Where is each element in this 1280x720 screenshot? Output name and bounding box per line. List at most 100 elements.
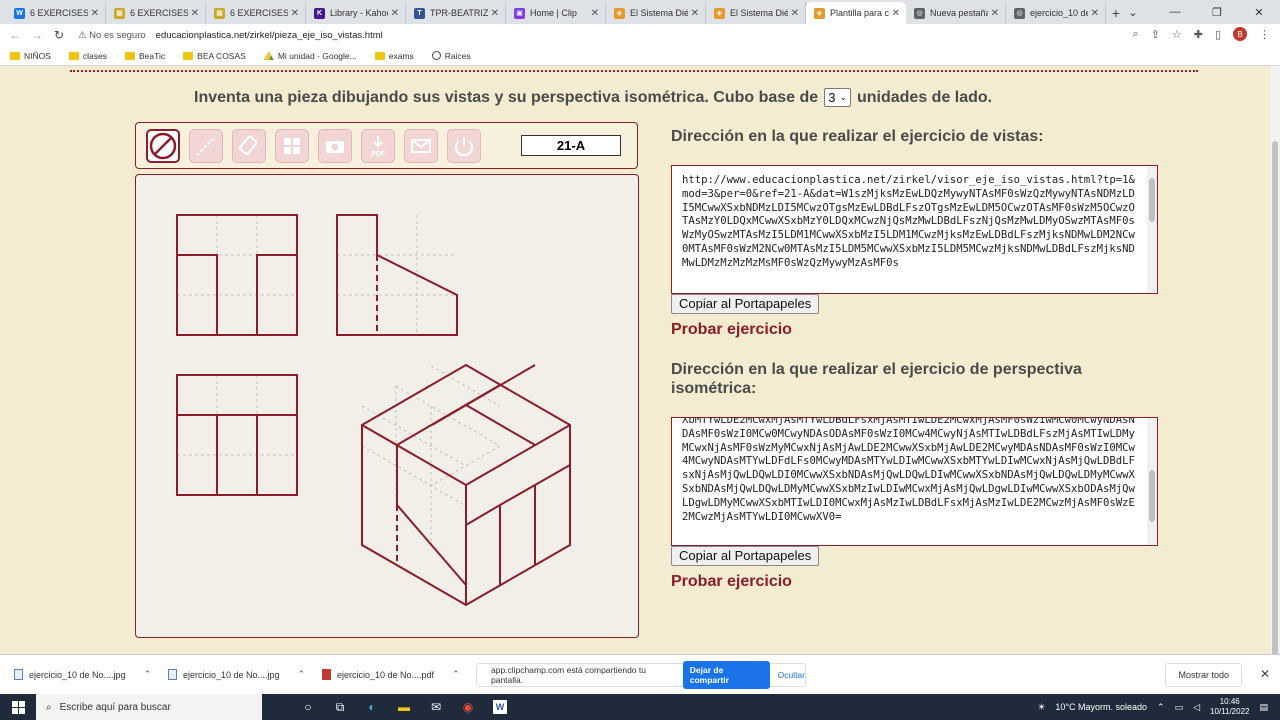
iso-url-textarea[interactable]: XbMTYwLDE2MCwxMjAsMTYwLDBdLFsxMjAsMTIwLD… — [671, 417, 1158, 546]
tab-close-icon[interactable]: ✕ — [892, 8, 900, 19]
chevron-up-icon[interactable]: ⌃ — [144, 669, 152, 680]
power-button[interactable] — [447, 129, 481, 163]
browser-tab[interactable]: ◈ El Sistema Diéd✕ — [706, 2, 806, 24]
download-item[interactable]: ejercicio_10 de No....jpg ⌃ — [154, 669, 308, 680]
drawing-svg[interactable]: .g { stroke: #c9c3b8; stroke-width: 1; s… — [136, 175, 638, 637]
tab-search-icon[interactable]: ⌄ — [1112, 0, 1154, 24]
show-all-downloads-button[interactable]: Mostrar todo — [1165, 663, 1242, 687]
scroll-thumb[interactable] — [1149, 178, 1155, 222]
drawing-canvas[interactable]: .g { stroke: #c9c3b8; stroke-width: 1; s… — [135, 174, 639, 638]
word-icon[interactable]: W — [493, 700, 507, 714]
copy-iso-button[interactable]: Copiar al Portapapeles — [671, 546, 820, 566]
close-window-icon[interactable]: ✕ — [1238, 0, 1280, 24]
cube-size-select[interactable]: 3 ⌄ — [824, 88, 851, 107]
security-indicator[interactable]: ⚠ No es seguro — [78, 30, 146, 41]
sidepanel-icon[interactable]: ▯ — [1215, 28, 1221, 41]
browser-tab[interactable]: ▣ Home | Clip ✕ — [506, 2, 606, 24]
omnibox[interactable]: ⚠ No es seguro educacionplastica.net/zir… — [78, 25, 1178, 45]
bookmark-raices[interactable]: Raices — [431, 51, 471, 61]
file-explorer-icon[interactable]: ▬ — [388, 694, 420, 720]
chevron-up-icon[interactable]: ⌃ — [298, 669, 306, 680]
close-downloads-icon[interactable]: ✕ — [1260, 667, 1270, 681]
profile-avatar[interactable]: B — [1233, 27, 1247, 41]
minimize-icon[interactable]: — — [1154, 0, 1196, 24]
back-icon[interactable]: ← — [4, 28, 26, 42]
hide-share-button[interactable]: Ocultar — [778, 670, 805, 680]
tab-close-icon[interactable]: ✕ — [791, 8, 799, 19]
download-item[interactable]: ejercicio_10 de No....pdf ⌃ — [308, 669, 462, 680]
bookmark-exams[interactable]: exams — [374, 51, 414, 61]
tab-close-icon[interactable]: ✕ — [591, 8, 599, 19]
browser-tab[interactable]: ◈ Plantilla para c ✕ — [806, 2, 906, 24]
bookmark-ninos[interactable]: NIÑOS — [10, 51, 51, 61]
copy-views-button[interactable]: Copiar al Portapapeles — [671, 294, 820, 314]
tab-close-icon[interactable]: ✕ — [391, 8, 399, 19]
mail-icon[interactable]: ✉ — [420, 694, 452, 720]
chevron-up-icon[interactable]: ⌃ — [452, 669, 460, 680]
reload-icon[interactable]: ↻ — [48, 28, 70, 42]
scroll-thumb[interactable] — [1149, 470, 1155, 522]
bookmark-beatic[interactable]: BeaTic — [125, 51, 165, 61]
weather-text[interactable]: 10°C Mayorm. soleado — [1055, 702, 1147, 712]
browser-tab[interactable]: ◈ El Sistema Diéd✕ — [606, 2, 706, 24]
tab-close-icon[interactable]: ✕ — [1091, 8, 1099, 19]
bookmark-mi-unidad[interactable]: Mi unidad - Google... — [263, 51, 357, 61]
menu-icon[interactable]: ⋮ — [1259, 28, 1270, 41]
browser-tab[interactable]: ◎ Nueva pestaña ✕ — [906, 2, 1006, 24]
clock[interactable]: 10:46 10/11/2022 — [1210, 697, 1249, 717]
browser-tab[interactable]: W 6 EXERCISES VI✕ — [6, 2, 106, 24]
url-text[interactable]: educacionplastica.net/zirkel/pieza_eje_i… — [156, 30, 383, 41]
views-textarea-scrollbar[interactable] — [1147, 166, 1157, 293]
browser-tab[interactable]: ◎ ejercicio_10 de ✕ — [1006, 2, 1106, 24]
tab-close-icon[interactable]: ✕ — [291, 8, 299, 19]
browser-tab[interactable]: ▦ 6 EXERCISES VI✕ — [206, 2, 306, 24]
tab-close-icon[interactable]: ✕ — [991, 8, 999, 19]
page-scroll-thumb[interactable] — [1272, 141, 1278, 659]
restore-icon[interactable]: ❐ — [1196, 0, 1238, 24]
top-view — [176, 374, 298, 496]
iso-textarea-scrollbar[interactable] — [1147, 418, 1157, 545]
tab-close-icon[interactable]: ✕ — [691, 8, 699, 19]
browser-tab[interactable]: K Library - Kahoo ✕ — [306, 2, 406, 24]
camera-button[interactable] — [318, 129, 352, 163]
tab-close-icon[interactable]: ✕ — [191, 8, 199, 19]
email-button[interactable] — [404, 129, 438, 163]
try-iso-link[interactable]: Probar ejercicio — [671, 573, 792, 591]
edge-icon[interactable]: ◐ — [356, 694, 388, 720]
bookmark-clases[interactable]: clases — [68, 51, 107, 61]
draw-line-button[interactable] — [189, 129, 223, 163]
tab-close-icon[interactable]: ✕ — [491, 8, 499, 19]
download-item[interactable]: ejercicio_10 de No....jpg ⌃ — [0, 669, 154, 680]
tab-close-icon[interactable]: ✕ — [91, 8, 99, 19]
task-view-icon[interactable]: ⧉ — [324, 694, 356, 720]
bookmark-star-icon[interactable]: ☆ — [1172, 28, 1182, 41]
forward-icon[interactable]: → — [26, 28, 48, 42]
try-views-link[interactable]: Probar ejercicio — [671, 321, 792, 339]
stop-sharing-button[interactable]: Dejar de compartir — [682, 661, 770, 689]
tray-chevron-icon[interactable]: ⌃ — [1157, 702, 1165, 713]
new-drawing-button[interactable] — [146, 129, 180, 163]
iso-text: XbMTYwLDE2MCwxMjAsMTYwLDBdLFsxMjAsMTIwLD… — [682, 417, 1135, 523]
side-view — [336, 214, 458, 336]
grid-button[interactable] — [275, 129, 309, 163]
pdf-button[interactable]: PDF — [361, 129, 395, 163]
zoom-icon[interactable]: ⌕ — [1132, 28, 1138, 41]
chrome-icon[interactable]: ◉ — [452, 694, 484, 720]
taskbar-search[interactable]: ⌕ Escribe aquí para buscar — [36, 694, 262, 720]
network-icon[interactable]: ▭ — [1175, 702, 1184, 713]
start-button[interactable] — [0, 700, 36, 714]
weather-icon[interactable]: ☀ — [1037, 702, 1045, 713]
views-url-textarea[interactable]: http://www.educacionplastica.net/zirkel/… — [671, 165, 1158, 294]
bookmark-bea-cosas[interactable]: BEA COSAS — [183, 51, 246, 61]
extensions-icon[interactable]: ✚ — [1194, 28, 1203, 41]
camera-icon — [326, 141, 344, 153]
eraser-button[interactable] — [232, 129, 266, 163]
page-scrollbar[interactable] — [1270, 66, 1280, 659]
page-heading: Inventa una pieza dibujando sus vistas y… — [194, 88, 993, 107]
share-icon[interactable]: ⇪ — [1151, 28, 1160, 41]
browser-tab[interactable]: T TPR-BEATRIZ TC✕ — [406, 2, 506, 24]
cortana-icon[interactable]: ○ — [292, 694, 324, 720]
volume-icon[interactable]: ◁ — [1193, 702, 1200, 713]
notifications-icon[interactable]: ▤ — [1259, 702, 1268, 713]
browser-tab[interactable]: ▦ 6 EXERCISES VI✕ — [106, 2, 206, 24]
